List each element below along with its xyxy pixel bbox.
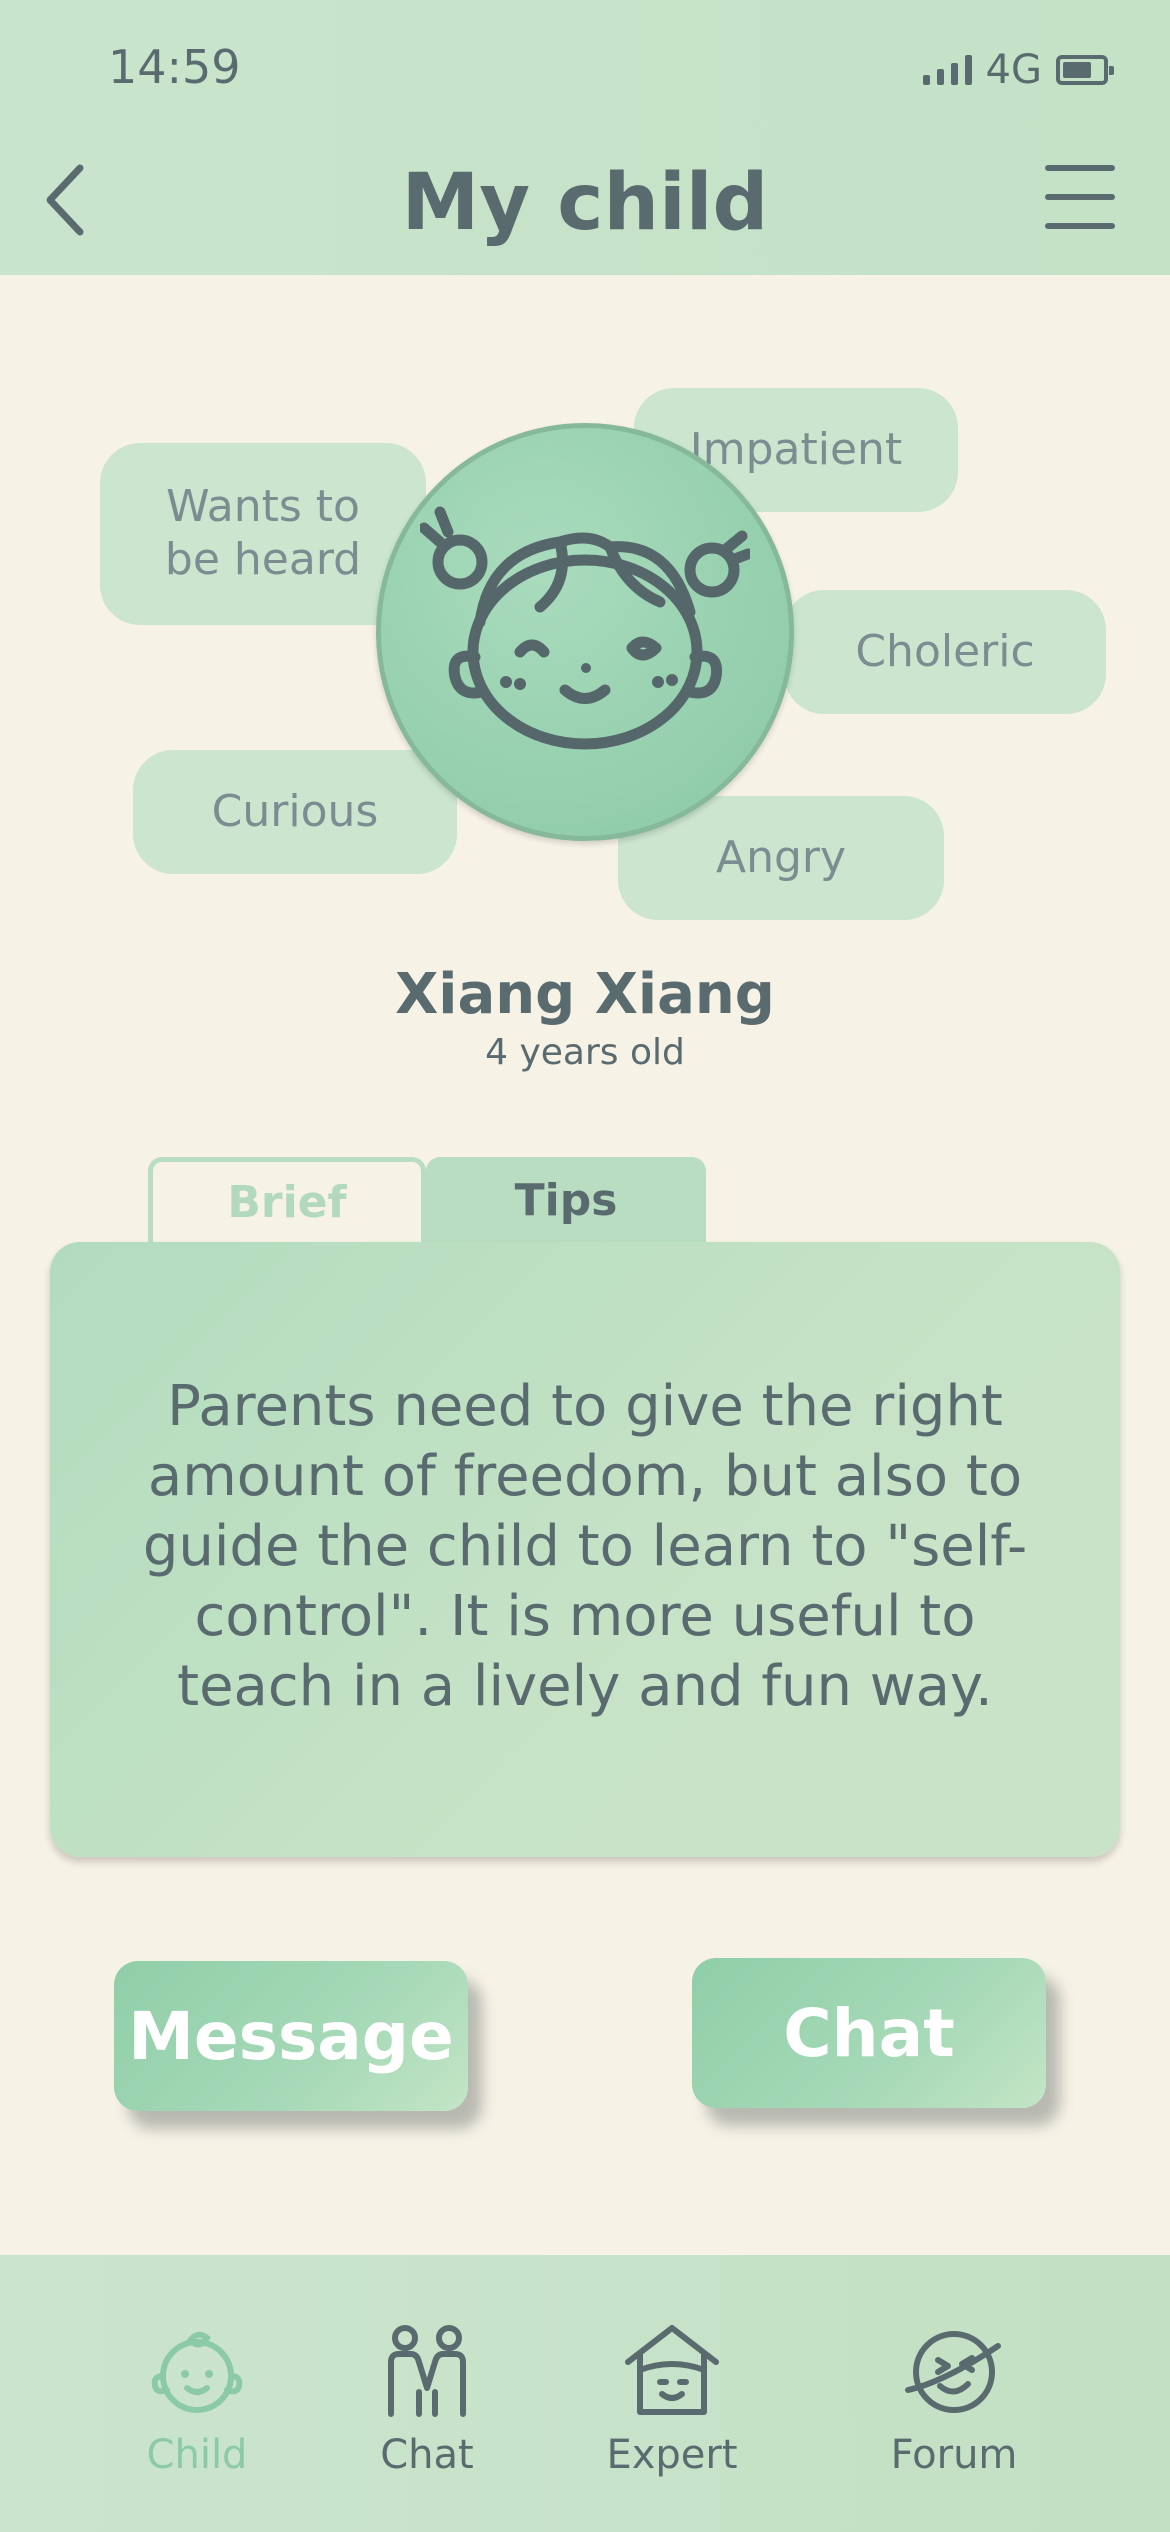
status-time: 14:59 [108,40,241,94]
nav-item-child[interactable]: Child [97,2320,297,2478]
hamburger-icon-line [1045,223,1115,229]
house-face-icon [625,2325,719,2415]
nav-label-expert: Expert [606,2432,738,2478]
chat-button[interactable]: Chat [692,1958,1046,2108]
child-face-icon [420,506,750,750]
nav-label-forum: Forum [890,2432,1018,2478]
trait-bubble-curious: Curious [133,750,457,874]
tab-tips[interactable]: Tips [426,1157,706,1243]
nav-label-child: Child [146,2432,248,2478]
network-label: 4G [985,47,1042,93]
battery-icon [1056,55,1114,85]
trait-bubble-wants-to-be-heard: Wants to be heard [100,443,426,625]
hamburger-icon-line [1045,194,1115,200]
status-indicators: 4G [922,47,1114,93]
trait-bubble-choleric: Choleric [784,590,1106,714]
tips-text: Parents need to give the right amount of… [142,1374,1028,1719]
nav-item-chat[interactable]: Chat [327,2320,527,2478]
child-avatar[interactable] [376,423,794,841]
nav-item-forum[interactable]: Forum [854,2320,1054,2478]
nav-item-expert[interactable]: Expert [572,2320,772,2478]
nav-label-chat: Chat [380,2432,474,2478]
planet-face-icon [905,2331,1001,2413]
hamburger-icon-line [1045,165,1115,171]
tab-brief[interactable]: Brief [148,1157,426,1243]
tips-card: Parents need to give the right amount of… [50,1242,1120,1857]
child-age: 4 years old [485,1032,685,1073]
child-face-icon [151,2331,243,2413]
people-icon [388,2325,466,2417]
child-name: Xiang Xiang [395,962,775,1027]
page-title: My child [401,158,769,248]
signal-icon [922,55,972,85]
message-button[interactable]: Message [114,1961,468,2111]
menu-button[interactable] [1045,165,1115,229]
